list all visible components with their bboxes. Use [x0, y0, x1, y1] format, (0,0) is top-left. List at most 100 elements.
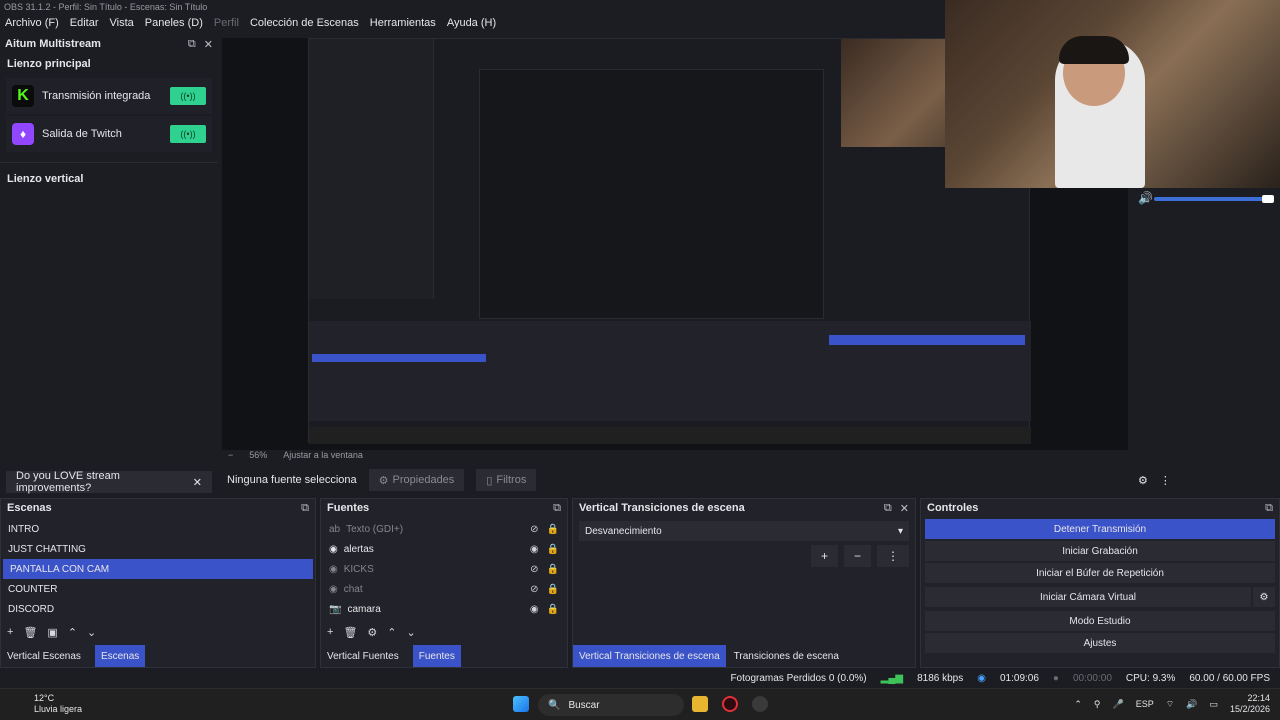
trash-icon[interactable]: 🗑: [343, 626, 357, 639]
move-up-icon[interactable]: ⌃: [68, 626, 77, 639]
stream-toggle-button[interactable]: ((•)): [170, 125, 206, 143]
output-card-kick: K Transmisión integrada ((•)): [6, 78, 212, 114]
lock-icon[interactable]: 🔒: [547, 604, 559, 615]
network-icon[interactable]: ⚲: [1094, 699, 1101, 710]
volume-knob[interactable]: [1262, 195, 1274, 203]
lock-icon[interactable]: 🔒: [547, 584, 559, 595]
cpu-usage: CPU: 9.3%: [1125, 672, 1176, 684]
eye-hidden-icon[interactable]: ⊘: [530, 564, 538, 575]
clock[interactable]: 22:14 15/2/2026: [1230, 693, 1270, 715]
start-virtual-camera-button[interactable]: Iniciar Cámara Virtual: [925, 587, 1251, 607]
lock-icon[interactable]: 🔒: [547, 564, 559, 575]
browser-source-icon: ◉: [329, 563, 338, 575]
transitions-title: Vertical Transiciones de escena: [579, 502, 745, 514]
close-icon[interactable]: ✕: [193, 476, 202, 489]
taskbar-search[interactable]: 🔍 Buscar: [538, 694, 684, 716]
settings-button[interactable]: Ajustes: [925, 633, 1275, 653]
float-icon[interactable]: ⧉: [1265, 502, 1273, 515]
move-down-icon[interactable]: ⌄: [407, 626, 416, 639]
source-item[interactable]: ◉ chat ⊘ 🔒: [321, 579, 567, 599]
move-up-icon[interactable]: ⌃: [387, 626, 396, 639]
transition-menu-button[interactable]: ⋮: [877, 545, 909, 567]
battery-icon[interactable]: ▭: [1209, 699, 1218, 710]
weather-desc: Lluvia ligera: [34, 704, 83, 714]
menu-archivo[interactable]: Archivo (F): [5, 17, 59, 34]
properties-button[interactable]: ⚙ Propiedades: [368, 469, 465, 491]
weather-widget[interactable]: 12°C Lluvia ligera: [12, 693, 82, 715]
start-replay-buffer-button[interactable]: Iniciar el Búfer de Repetición: [925, 563, 1275, 583]
float-icon[interactable]: ⧉: [188, 38, 196, 51]
output-card-twitch: ♦ Salida de Twitch ((•)): [6, 116, 212, 152]
speaker-icon[interactable]: 🔊: [1138, 191, 1153, 205]
filter-icon[interactable]: ▣: [47, 626, 57, 639]
eye-icon[interactable]: ◉: [530, 604, 539, 615]
add-icon[interactable]: +: [327, 626, 333, 638]
gear-icon[interactable]: ⚙: [1253, 587, 1275, 607]
scene-item[interactable]: JUST CHATTING: [1, 539, 315, 559]
file-explorer-icon[interactable]: [692, 696, 708, 712]
add-icon[interactable]: +: [7, 626, 13, 638]
source-item[interactable]: ◉ KICKS ⊘ 🔒: [321, 559, 567, 579]
scene-item[interactable]: COUNTER: [1, 579, 315, 599]
output-label: Salida de Twitch: [42, 128, 122, 140]
menu-ayuda[interactable]: Ayuda (H): [447, 17, 496, 34]
tab-transitions[interactable]: Transiciones de escena: [728, 645, 845, 667]
source-item[interactable]: ab Texto (GDI+) ⊘ 🔒: [321, 519, 567, 539]
lock-icon[interactable]: 🔒: [547, 544, 559, 555]
scene-item[interactable]: DISCORD: [1, 599, 315, 619]
float-icon[interactable]: ⧉: [884, 502, 892, 515]
close-icon[interactable]: ✕: [900, 502, 909, 515]
advanced-audio-icon[interactable]: ⚙: [1138, 474, 1148, 494]
zoom-out-icon[interactable]: −: [228, 450, 233, 464]
time: 22:14: [1247, 693, 1270, 703]
volume-icon[interactable]: 🔊: [1186, 699, 1197, 710]
filters-button[interactable]: ▯ Filtros: [476, 469, 537, 491]
eye-hidden-icon[interactable]: ⊘: [530, 584, 538, 595]
stream-icon: ◉: [977, 672, 986, 684]
tab-scenes[interactable]: Escenas: [94, 645, 146, 667]
tab-vertical-transitions[interactable]: Vertical Transiciones de escena: [573, 645, 726, 667]
menu-editar[interactable]: Editar: [70, 17, 99, 34]
tab-sources[interactable]: Fuentes: [412, 645, 461, 667]
scene-item-selected[interactable]: PANTALLA CON CAM: [3, 559, 313, 579]
lock-icon[interactable]: 🔒: [547, 524, 559, 535]
more-options-icon[interactable]: ⋮: [1160, 474, 1171, 494]
menu-vista[interactable]: Vista: [110, 17, 134, 34]
add-transition-button[interactable]: +: [810, 545, 838, 567]
trash-icon[interactable]: 🗑: [23, 626, 37, 639]
tab-vertical-sources[interactable]: Vertical Fuentes: [321, 645, 405, 667]
fps: 60.00 / 60.00 FPS: [1189, 672, 1270, 684]
mic-icon[interactable]: 🎤: [1113, 699, 1124, 710]
transition-select[interactable]: Desvanecimiento ▾: [579, 521, 909, 541]
scene-item[interactable]: INTRO: [1, 519, 315, 539]
float-icon[interactable]: ⧉: [301, 502, 309, 515]
source-toolbar: Ninguna fuente selecciona ⚙ Propiedades ▯…: [222, 468, 1128, 492]
stream-toggle-button[interactable]: ((•)): [170, 87, 206, 105]
start-recording-button[interactable]: Iniciar Grabación: [925, 541, 1275, 561]
menu-perfil[interactable]: Perfil: [214, 17, 239, 34]
chevron-up-icon[interactable]: ⌃: [1074, 699, 1082, 710]
status-bar: Fotogramas Perdidos 0 (0.0%) ▂▄▆ 8186 kb…: [0, 668, 1280, 688]
obs-icon[interactable]: [752, 696, 768, 712]
wifi-icon[interactable]: ⌔: [1166, 699, 1174, 710]
menu-herramientas[interactable]: Herramientas: [370, 17, 436, 34]
eye-icon[interactable]: ◉: [530, 544, 539, 555]
language[interactable]: ESP: [1136, 699, 1154, 709]
studio-mode-button[interactable]: Modo Estudio: [925, 611, 1275, 631]
tab-vertical-scenes[interactable]: Vertical Escenas: [1, 645, 87, 667]
eye-hidden-icon[interactable]: ⊘: [530, 524, 538, 535]
fit-window[interactable]: Ajustar a la ventana: [283, 450, 363, 464]
source-item[interactable]: ◉ alertas ◉ 🔒: [321, 539, 567, 559]
remove-transition-button[interactable]: −: [843, 545, 871, 567]
menu-coleccion[interactable]: Colección de Escenas: [250, 17, 359, 34]
gear-icon[interactable]: ⚙: [367, 626, 377, 639]
close-icon[interactable]: ✕: [204, 38, 213, 51]
volume-slider[interactable]: [1154, 197, 1270, 201]
windows-start-icon[interactable]: [513, 696, 529, 712]
stop-streaming-button[interactable]: Detener Transmisión: [925, 519, 1275, 539]
move-down-icon[interactable]: ⌄: [87, 626, 96, 639]
menu-paneles[interactable]: Paneles (D): [145, 17, 203, 34]
source-item[interactable]: 📷 camara ◉ 🔒: [321, 599, 567, 619]
opera-icon[interactable]: [722, 696, 738, 712]
float-icon[interactable]: ⧉: [553, 502, 561, 515]
